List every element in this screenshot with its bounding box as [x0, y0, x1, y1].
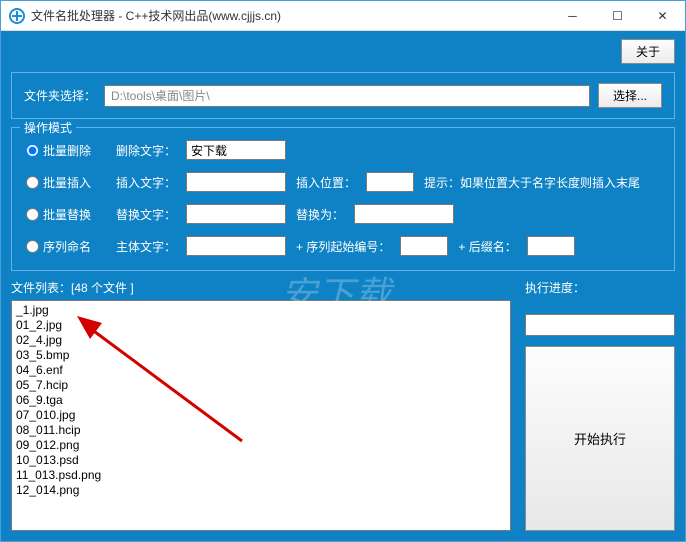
radio-delete[interactable]: 批量删除: [26, 142, 106, 159]
insert-pos-input[interactable]: [366, 172, 414, 192]
replace-to-label: 替换为：: [296, 206, 344, 223]
mode-legend: 操作模式: [20, 119, 76, 136]
seq-suffix-label: + 后缀名：: [458, 238, 516, 255]
list-item[interactable]: 05_7.hcip: [16, 378, 506, 393]
close-button[interactable]: ✕: [640, 1, 685, 31]
window-title: 文件名批处理器 - C++技术网出品(www.cjjjs.cn): [31, 7, 550, 24]
insert-text-input[interactable]: [186, 172, 286, 192]
list-item[interactable]: 01_2.jpg: [16, 318, 506, 333]
radio-replace[interactable]: 批量替换: [26, 206, 106, 223]
mode-fieldset: 操作模式 批量删除 删除文字： 批量插入 插入文字： 插入位置： 提示：如果位置…: [11, 127, 675, 271]
seq-body-input[interactable]: [186, 236, 286, 256]
list-item[interactable]: 09_012.png: [16, 438, 506, 453]
maximize-button[interactable]: ☐: [595, 1, 640, 31]
app-icon: [9, 8, 25, 24]
list-item[interactable]: 11_013.psd.png: [16, 468, 506, 483]
start-button[interactable]: 开始执行: [525, 346, 675, 531]
list-item[interactable]: 12_014.png: [16, 483, 506, 498]
radio-sequence[interactable]: 序列命名: [26, 238, 106, 255]
list-item[interactable]: 06_9.tga: [16, 393, 506, 408]
titlebar: 文件名批处理器 - C++技术网出品(www.cjjjs.cn) ─ ☐ ✕: [1, 1, 685, 31]
replace-from-input[interactable]: [186, 204, 286, 224]
filelist-label: 文件列表：[48 个文件 ]: [11, 279, 511, 296]
progress-label: 执行进度：: [525, 279, 675, 296]
folder-label: 文件夹选择：: [24, 87, 96, 104]
list-item[interactable]: _1.jpg: [16, 303, 506, 318]
list-item[interactable]: 03_5.bmp: [16, 348, 506, 363]
insert-hint: 提示：如果位置大于名字长度则插入末尾: [424, 174, 640, 191]
seq-body-label: 主体文字：: [116, 238, 176, 255]
replace-to-input[interactable]: [354, 204, 454, 224]
minimize-button[interactable]: ─: [550, 1, 595, 31]
seq-suffix-input[interactable]: [527, 236, 575, 256]
file-listbox[interactable]: _1.jpg01_2.jpg02_4.jpg03_5.bmp04_6.enf05…: [11, 300, 511, 531]
browse-button[interactable]: 选择...: [598, 83, 662, 108]
list-item[interactable]: 02_4.jpg: [16, 333, 506, 348]
replace-from-label: 替换文字：: [116, 206, 176, 223]
insert-text-label: 插入文字：: [116, 174, 176, 191]
about-button[interactable]: 关于: [621, 39, 675, 64]
seq-start-input[interactable]: [400, 236, 448, 256]
progress-box: [525, 314, 675, 336]
delete-text-label: 删除文字：: [116, 142, 176, 159]
delete-text-input[interactable]: [186, 140, 286, 160]
list-item[interactable]: 10_013.psd: [16, 453, 506, 468]
seq-start-label: + 序列起始编号：: [296, 238, 390, 255]
radio-insert[interactable]: 批量插入: [26, 174, 106, 191]
list-item[interactable]: 07_010.jpg: [16, 408, 506, 423]
list-item[interactable]: 08_011.hcip: [16, 423, 506, 438]
list-item[interactable]: 04_6.enf: [16, 363, 506, 378]
insert-pos-label: 插入位置：: [296, 174, 356, 191]
folder-section: 文件夹选择： 选择...: [11, 72, 675, 119]
folder-path-input[interactable]: [104, 85, 590, 107]
